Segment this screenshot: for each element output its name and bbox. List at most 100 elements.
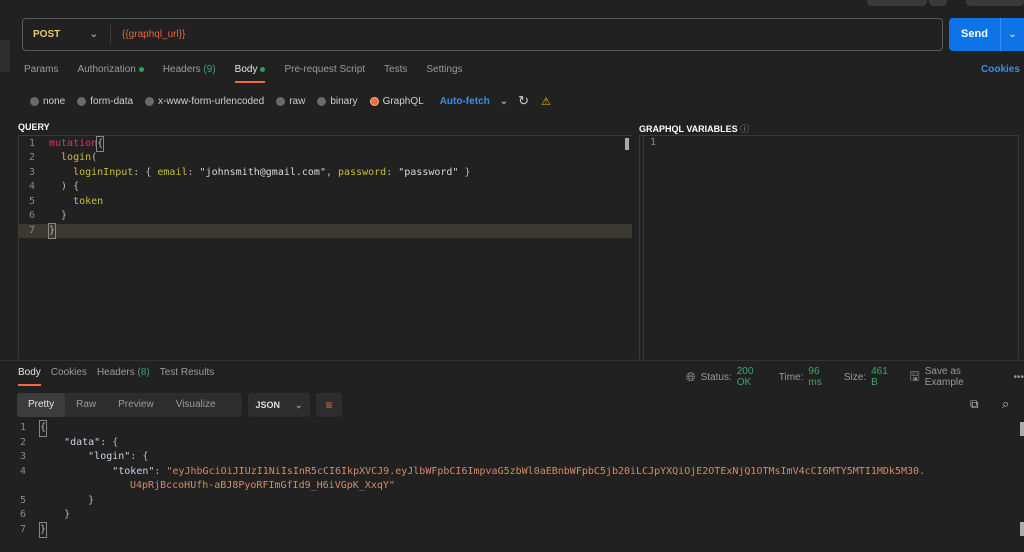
tab-response-headers[interactable]: Headers (8) xyxy=(97,366,150,386)
line-number: 1 xyxy=(19,422,26,433)
radio-icon xyxy=(145,96,155,106)
token-value-wrap: U4pRjBccoHUfh-aBJ8PyoRFImGfId9_H6iVGpK_X… xyxy=(130,480,395,491)
radio-icon xyxy=(30,96,39,106)
radio-label: raw xyxy=(289,95,306,107)
tab-label: Tests xyxy=(384,64,408,75)
tab-settings[interactable]: Settings xyxy=(426,63,462,83)
view-visualize[interactable]: Visualize xyxy=(165,393,227,417)
tab-pre-request-script[interactable]: Pre-request Script xyxy=(284,63,365,83)
radio-label: GraphQL xyxy=(382,95,424,107)
request-tabs: Params Authorization Headers (9) Body Pr… xyxy=(24,63,482,83)
radio-icon xyxy=(276,96,286,106)
size-value[interactable]: 461 B xyxy=(871,366,896,388)
tab-authorization[interactable]: Authorization xyxy=(77,63,144,83)
url-input[interactable]: {{graphql_url}} xyxy=(111,29,185,40)
line-number: 7 xyxy=(19,523,26,535)
format-select[interactable]: JSON ⌄ xyxy=(248,393,310,417)
cookies-link[interactable]: Cookies xyxy=(981,64,1020,75)
scrollbar[interactable] xyxy=(625,138,629,150)
radio-graphql[interactable]: GraphQL xyxy=(369,95,424,107)
refresh-icon[interactable]: ↻ xyxy=(518,93,529,109)
tab-response-cookies[interactable]: Cookies xyxy=(51,366,87,386)
tab-label: Params xyxy=(24,64,59,75)
tab-label: Cookies xyxy=(50,367,87,378)
radio-icon xyxy=(317,96,327,106)
radio-form-data[interactable]: form-data xyxy=(77,96,133,107)
line-number: 5 xyxy=(28,195,35,207)
radio-none[interactable]: none xyxy=(30,96,65,107)
body-type-options: none form-data x-www-form-urlencoded raw… xyxy=(30,93,551,109)
wrap-lines-icon[interactable]: ≡ xyxy=(316,393,342,417)
tab-test-results[interactable]: Test Results xyxy=(160,366,214,386)
line-number: 6 xyxy=(19,509,26,520)
line-number: 4 xyxy=(19,465,26,477)
globe-icon[interactable]: 🌐︎ xyxy=(686,370,696,385)
send-label: Send xyxy=(949,18,1001,51)
line-number: 1 xyxy=(28,137,35,149)
response-body[interactable]: 1{ 2 "data": { 3 "login": { 4 "token": "… xyxy=(10,420,1020,538)
view-preview[interactable]: Preview xyxy=(107,393,165,417)
line-number: 1 xyxy=(649,137,656,148)
url-bar: POST ⌄ {{graphql_url}} xyxy=(22,18,943,51)
line-number: 3 xyxy=(28,166,35,178)
tab-label: Authorization xyxy=(77,64,136,75)
variables-label: GRAPHQL VARIABLES ⓘ xyxy=(639,122,749,135)
scrollbar[interactable] xyxy=(1020,522,1024,536)
tab-response-body[interactable]: Body xyxy=(18,366,41,386)
chevron-down-icon: ⌄ xyxy=(89,29,98,40)
line-number: 4 xyxy=(28,181,35,192)
time-value[interactable]: 96 ms xyxy=(808,366,834,388)
send-button[interactable]: Send ⌄ xyxy=(949,18,1024,51)
time-label: Time: xyxy=(778,371,804,383)
warning-icon[interactable]: ⚠ xyxy=(541,95,551,108)
info-icon[interactable]: ⓘ xyxy=(740,124,749,134)
line-number: 3 xyxy=(19,451,26,462)
search-icon[interactable]: ⌕ xyxy=(1002,396,1009,412)
radio-icon xyxy=(77,96,87,106)
status-value[interactable]: 200 OK xyxy=(737,366,770,388)
variables-editor[interactable]: 1 xyxy=(639,135,1019,359)
chevron-down-icon[interactable]: ⌄ xyxy=(1001,29,1024,40)
scrollbar[interactable] xyxy=(1020,422,1024,436)
tab-count: (9) xyxy=(203,64,216,75)
top-toolbar-button[interactable] xyxy=(929,0,947,6)
radio-label: form-data xyxy=(90,95,134,107)
tab-body[interactable]: Body xyxy=(234,63,266,83)
tab-label: Pre-request Script xyxy=(284,64,366,75)
copy-icon[interactable]: ⧉ xyxy=(970,397,979,412)
radio-icon xyxy=(369,96,379,106)
tab-headers[interactable]: Headers (9) xyxy=(163,63,216,83)
status-label: Status: xyxy=(700,371,732,383)
chevron-down-icon: ⌄ xyxy=(499,95,509,107)
query-editor[interactable]: 1 mutation { 2 login( 3 loginInput: { ema… xyxy=(18,135,644,360)
tab-label: Body xyxy=(18,367,41,378)
tab-tests[interactable]: Tests xyxy=(384,63,407,83)
auto-fetch-dropdown[interactable]: Auto-fetch ⌄ xyxy=(440,96,508,107)
radio-raw[interactable]: raw xyxy=(276,96,305,107)
tab-label: Headers xyxy=(162,64,201,75)
size-label: Size: xyxy=(843,371,867,383)
format-label: JSON xyxy=(255,400,280,410)
top-toolbar-button[interactable] xyxy=(867,0,927,6)
view-raw[interactable]: Raw xyxy=(65,393,107,417)
top-toolbar-button[interactable] xyxy=(966,0,1024,6)
line-number: 6 xyxy=(28,210,35,221)
method-label: POST xyxy=(33,29,61,40)
line-number: 2 xyxy=(19,436,26,448)
tab-label: Settings xyxy=(426,64,463,75)
response-meta: 🌐︎ Status: 200 OK Time: 96 ms Size: 461 B 🖫… xyxy=(686,366,1024,388)
more-icon[interactable]: ••• xyxy=(1013,372,1024,383)
chevron-down-icon: ⌄ xyxy=(294,399,303,410)
line-number: 2 xyxy=(28,152,35,163)
tab-label: Body xyxy=(234,64,258,75)
tab-count: (8) xyxy=(137,367,150,378)
radio-urlencoded[interactable]: x-www-form-urlencoded xyxy=(145,96,264,107)
save-as-example-button[interactable]: Save as Example xyxy=(925,366,1001,388)
radio-binary[interactable]: binary xyxy=(317,96,358,107)
method-select[interactable]: POST ⌄ xyxy=(23,24,111,45)
view-pretty[interactable]: Pretty xyxy=(17,393,66,417)
tab-label: Test Results xyxy=(159,367,215,378)
tab-params[interactable]: Params xyxy=(24,63,58,83)
variables-label-text: GRAPHQL VARIABLES xyxy=(639,124,738,134)
line-number: 7 xyxy=(28,224,35,236)
